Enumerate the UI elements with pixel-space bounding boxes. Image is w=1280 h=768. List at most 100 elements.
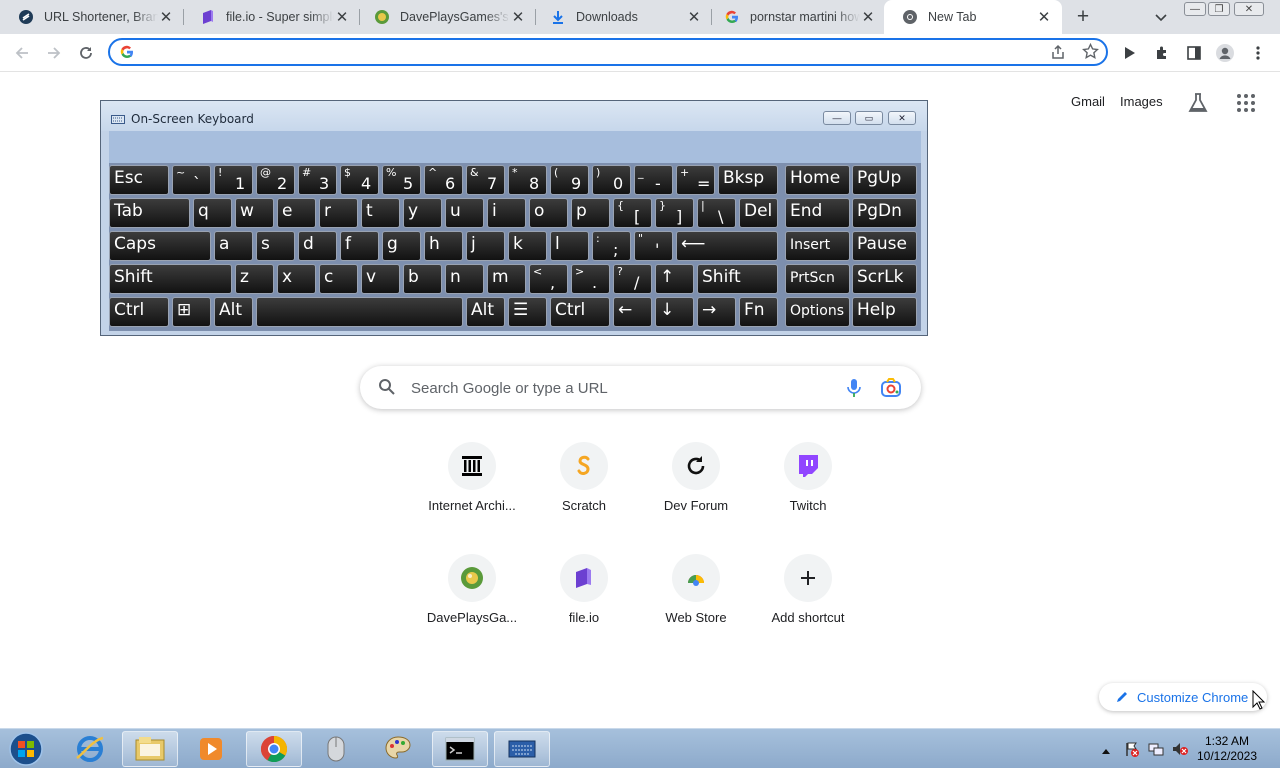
osk-key-alt[interactable]: Alt xyxy=(214,297,253,327)
osk-key-shift[interactable]: Shift xyxy=(109,264,232,294)
tab-google-search[interactable]: pornstar martini how to make ✕ xyxy=(706,0,886,34)
osk-key-3[interactable]: #3 xyxy=(298,165,337,195)
osk-key-caps[interactable]: Caps xyxy=(109,231,211,261)
mouse-settings-icon[interactable] xyxy=(308,731,364,767)
google-apps-icon[interactable] xyxy=(1236,93,1256,118)
osk-key-i[interactable]: i xyxy=(487,198,526,228)
osk-key-v[interactable]: v xyxy=(361,264,400,294)
osk-key-end[interactable]: End xyxy=(785,198,850,228)
osk-key-tab[interactable]: Tab xyxy=(109,198,190,228)
osk-key-home[interactable]: Home xyxy=(785,165,850,195)
osk-key-ctrl[interactable]: Ctrl xyxy=(109,297,169,327)
paint-icon[interactable] xyxy=(370,731,426,767)
images-link[interactable]: Images xyxy=(1120,94,1163,109)
osk-key-sym[interactable]: <, xyxy=(529,264,568,294)
osk-key-sym[interactable]: ← xyxy=(613,297,652,327)
extensions-puzzle-icon[interactable] xyxy=(1152,43,1172,63)
osk-key-pgdn[interactable]: PgDn xyxy=(852,198,917,228)
osk-key-1[interactable]: ! 1 xyxy=(214,165,253,195)
osk-key-sym[interactable]: ? / xyxy=(613,264,652,294)
lens-camera-icon[interactable] xyxy=(880,378,902,403)
close-tab-icon[interactable]: ✕ xyxy=(686,9,702,26)
chrome-menu-icon[interactable] xyxy=(1248,43,1268,63)
address-input[interactable] xyxy=(144,43,1024,61)
osk-key-ctrl[interactable]: Ctrl xyxy=(550,297,610,327)
voice-search-mic-icon[interactable] xyxy=(846,378,862,403)
osk-key-alt[interactable]: Alt xyxy=(466,297,505,327)
osk-key-prtscn[interactable]: PrtScn xyxy=(785,264,850,294)
osk-key-m[interactable]: m xyxy=(487,264,526,294)
osk-key-options[interactable]: Options xyxy=(785,297,850,327)
osk-key-o[interactable]: o xyxy=(529,198,568,228)
shortcut-fileio[interactable]: file.io xyxy=(528,554,640,666)
command-prompt-icon[interactable] xyxy=(432,731,488,767)
osk-key-h[interactable]: h xyxy=(424,231,463,261)
osk-key-sym[interactable]: ☰ xyxy=(508,297,547,327)
osk-key-shift[interactable]: Shift xyxy=(697,264,778,294)
osk-key-help[interactable]: Help xyxy=(852,297,917,327)
gmail-link[interactable]: Gmail xyxy=(1071,94,1105,109)
osk-key-k[interactable]: k xyxy=(508,231,547,261)
osk-key-2[interactable]: @2 xyxy=(256,165,295,195)
osk-key-9[interactable]: (9 xyxy=(550,165,589,195)
system-clock[interactable]: 1:32 AM 10/12/2023 xyxy=(1196,734,1258,764)
osk-key-a[interactable]: a xyxy=(214,231,253,261)
osk-close-button[interactable]: ✕ xyxy=(888,111,916,125)
osk-key-w[interactable]: w xyxy=(235,198,274,228)
osk-key-sym[interactable]: >. xyxy=(571,264,610,294)
minimize-window-button[interactable]: — xyxy=(1184,2,1206,16)
osk-key-sym[interactable]: | \ xyxy=(697,198,736,228)
osk-key-sym[interactable]: " ' xyxy=(634,231,673,261)
close-tab-icon[interactable]: ✕ xyxy=(510,9,526,26)
side-panel-icon[interactable] xyxy=(1184,43,1204,63)
osk-key-q[interactable]: q xyxy=(193,198,232,228)
osk-key-sym[interactable]: + = xyxy=(676,165,715,195)
close-tab-icon[interactable]: ✕ xyxy=(860,9,876,26)
osk-key-n[interactable]: n xyxy=(445,264,484,294)
share-icon[interactable] xyxy=(1050,44,1066,65)
osk-key-c[interactable]: c xyxy=(319,264,358,294)
osk-key-sym[interactable]: ⟵ xyxy=(676,231,778,261)
show-hidden-icons-chevron-icon[interactable] xyxy=(1100,743,1116,759)
shortcut-twitch[interactable]: Twitch xyxy=(752,442,864,554)
bookmark-star-icon[interactable] xyxy=(1082,42,1099,65)
shortcut-dev-forum[interactable]: Dev Forum xyxy=(640,442,752,554)
osk-key-p[interactable]: p xyxy=(571,198,610,228)
osk-key-y[interactable]: y xyxy=(403,198,442,228)
osk-key-sym[interactable]: {[ xyxy=(613,198,652,228)
osk-key-sym[interactable]: → xyxy=(697,297,736,327)
osk-key-pgup[interactable]: PgUp xyxy=(852,165,917,195)
start-button[interactable] xyxy=(4,731,46,767)
osk-key-fn[interactable]: Fn xyxy=(739,297,778,327)
action-center-flag-icon[interactable] xyxy=(1124,741,1140,757)
add-shortcut-button[interactable]: Add shortcut xyxy=(752,554,864,666)
osk-title-bar[interactable]: On-Screen Keyboard — ▭ ✕ xyxy=(101,101,927,131)
chrome-taskbar-icon[interactable] xyxy=(246,731,302,767)
osk-key-j[interactable]: j xyxy=(466,231,505,261)
tab-fileio[interactable]: file.io - Super simple file sharing ✕ xyxy=(182,0,360,34)
forward-arrow-icon[interactable] xyxy=(44,43,64,63)
osk-key-sym[interactable]: :; xyxy=(592,231,631,261)
osk-key-sym[interactable]: ↑ xyxy=(655,264,694,294)
volume-muted-icon[interactable] xyxy=(1172,741,1188,757)
back-arrow-icon[interactable] xyxy=(12,43,32,63)
osk-minimize-button[interactable]: — xyxy=(823,111,851,125)
osk-key-5[interactable]: % 5 xyxy=(382,165,421,195)
restore-window-button[interactable]: ❐ xyxy=(1208,2,1230,16)
osk-key-scrlk[interactable]: ScrLk xyxy=(852,264,917,294)
osk-key-d[interactable]: d xyxy=(298,231,337,261)
ntp-search-box[interactable] xyxy=(360,366,921,409)
internet-explorer-icon[interactable] xyxy=(62,731,118,767)
osk-maximize-button[interactable]: ▭ xyxy=(855,111,883,125)
osk-key-f[interactable]: f xyxy=(340,231,379,261)
osk-key-x[interactable]: x xyxy=(277,264,316,294)
osk-key-pause[interactable]: Pause xyxy=(852,231,917,261)
osk-key-0[interactable]: ) 0 xyxy=(592,165,631,195)
close-tab-icon[interactable]: ✕ xyxy=(1036,9,1052,26)
osk-key-u[interactable]: u xyxy=(445,198,484,228)
osk-key-z[interactable]: z xyxy=(235,264,274,294)
close-tab-icon[interactable]: ✕ xyxy=(334,9,350,26)
osk-key-6[interactable]: ^ 6 xyxy=(424,165,463,195)
reload-icon[interactable] xyxy=(76,43,96,63)
osk-key-s[interactable]: s xyxy=(256,231,295,261)
